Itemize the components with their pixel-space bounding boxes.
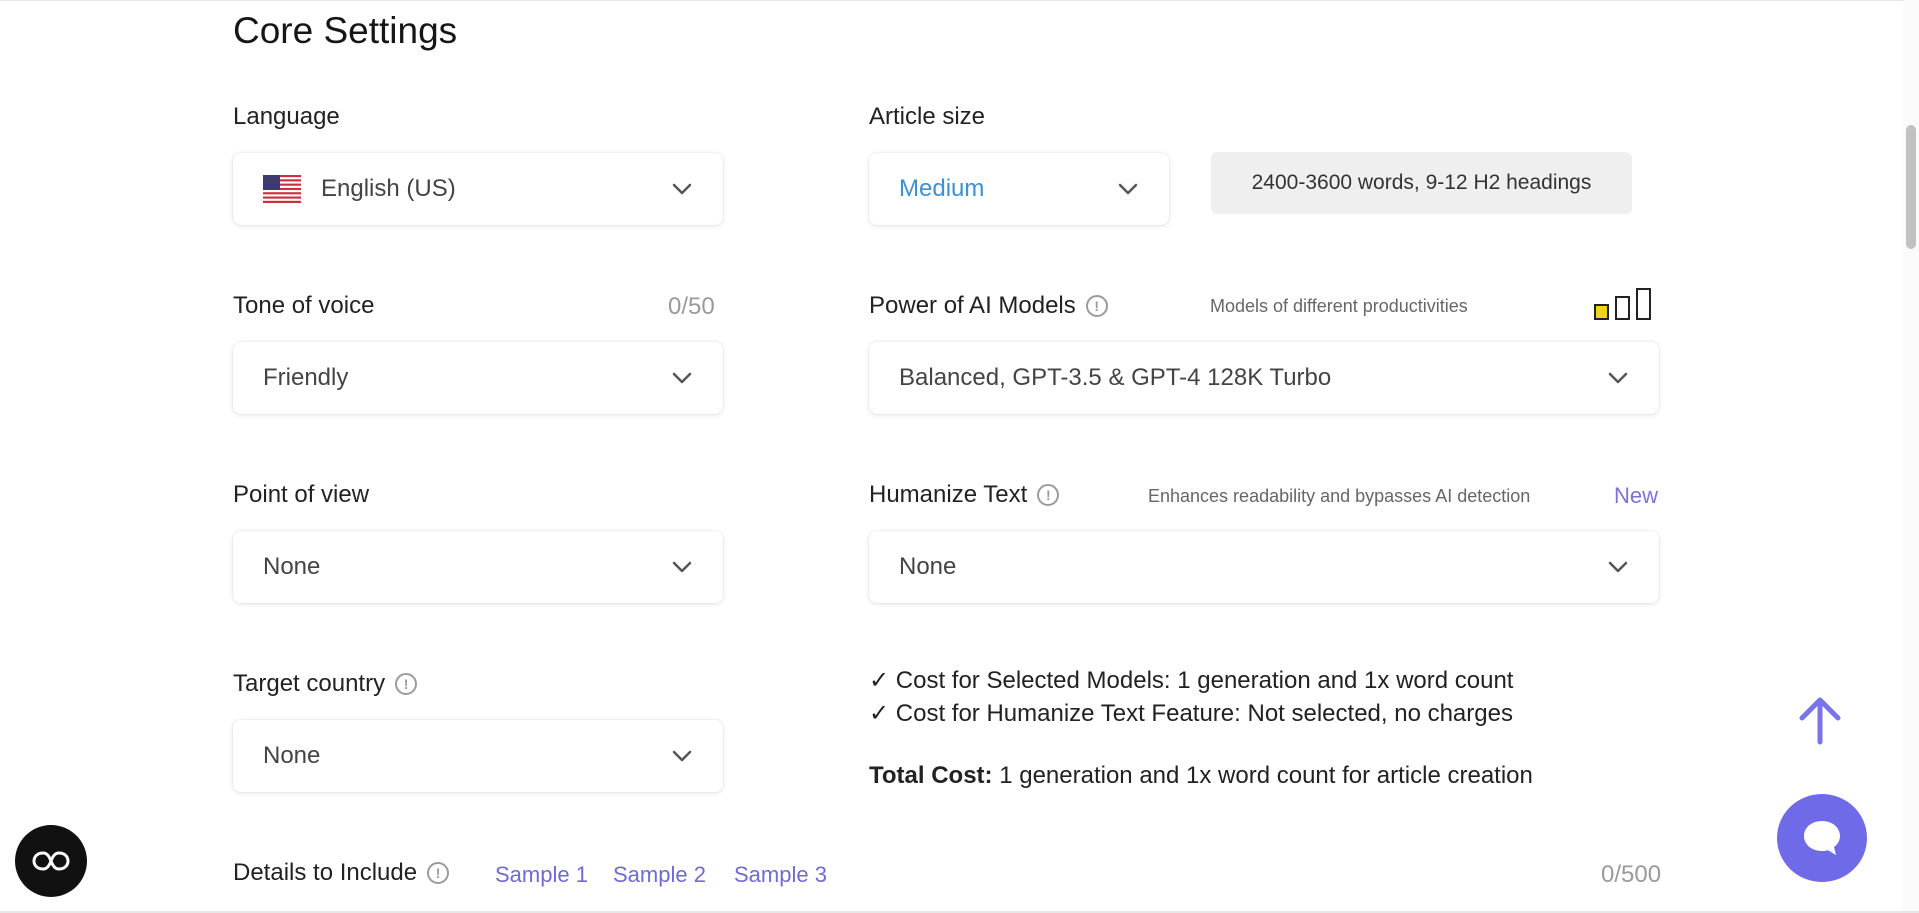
- humanize-select[interactable]: None: [869, 531, 1659, 603]
- point-of-view-value: None: [263, 553, 321, 580]
- productivity-bar-high: [1636, 288, 1651, 320]
- info-icon[interactable]: !: [427, 862, 450, 884]
- article-size-note: 2400-3600 words, 9-12 H2 headings: [1211, 152, 1632, 214]
- link-widget-button[interactable]: [15, 825, 87, 897]
- total-cost-label: Total Cost:: [869, 762, 993, 789]
- total-cost: Total Cost: 1 generation and 1x word cou…: [869, 762, 1533, 790]
- info-icon[interactable]: !: [395, 673, 418, 695]
- info-icon[interactable]: !: [1037, 484, 1060, 506]
- target-country-value: None: [263, 742, 321, 769]
- info-icon[interactable]: !: [1085, 295, 1108, 317]
- chevron-down-icon: [672, 183, 692, 195]
- cost-models-line: ✓ Cost for Selected Models: 1 generation…: [869, 667, 1514, 694]
- chevron-down-icon: [672, 561, 692, 573]
- productivity-bars: [1594, 288, 1651, 320]
- point-of-view-label: Point of view: [233, 481, 370, 508]
- article-size-value: Medium: [899, 175, 985, 202]
- scroll-to-top-arrow-icon[interactable]: [1794, 694, 1846, 746]
- sample-3-link[interactable]: Sample 3: [734, 862, 827, 888]
- humanize-value: None: [899, 553, 957, 580]
- ai-models-hint: Models of different productivities: [1210, 296, 1468, 316]
- humanize-label: Humanize Text !: [869, 481, 1060, 509]
- article-size-select[interactable]: Medium: [869, 153, 1169, 225]
- productivity-bar-mid: [1615, 296, 1630, 320]
- language-label: Language: [233, 103, 340, 130]
- language-value: English (US): [321, 175, 456, 202]
- article-size-label: Article size: [869, 103, 986, 130]
- cost-humanize-line: ✓ Cost for Humanize Text Feature: Not se…: [869, 700, 1513, 727]
- chat-bubble-icon: [1804, 821, 1840, 855]
- total-cost-value: 1 generation and 1x word count for artic…: [992, 762, 1533, 789]
- ai-models-select[interactable]: Balanced, GPT-3.5 & GPT-4 128K Turbo: [869, 342, 1659, 414]
- ai-models-label: Power of AI Models !: [869, 292, 1108, 320]
- sample-1-link[interactable]: Sample 1: [495, 862, 588, 888]
- chevron-down-icon: [672, 372, 692, 384]
- tone-of-voice-value: Friendly: [263, 364, 349, 391]
- ai-models-value: Balanced, GPT-3.5 & GPT-4 128K Turbo: [899, 364, 1332, 391]
- language-select[interactable]: English (US): [233, 153, 723, 225]
- details-counter: 0/500: [1601, 861, 1662, 888]
- target-country-select[interactable]: None: [233, 720, 723, 792]
- us-flag-icon: [263, 175, 301, 203]
- page-title: Core Settings: [233, 10, 458, 51]
- tone-of-voice-select[interactable]: Friendly: [233, 342, 723, 414]
- sample-2-link[interactable]: Sample 2: [613, 862, 706, 888]
- chat-button[interactable]: [1777, 794, 1867, 882]
- humanize-hint: Enhances readability and bypasses AI det…: [1148, 486, 1531, 506]
- chevron-down-icon: [1118, 183, 1138, 195]
- chevron-down-icon: [1608, 561, 1628, 573]
- details-label: Details to Include !: [233, 859, 450, 887]
- tone-of-voice-label: Tone of voice: [233, 292, 375, 319]
- target-country-label: Target country !: [233, 670, 418, 698]
- infinity-link-icon: [32, 851, 70, 871]
- chevron-down-icon: [672, 750, 692, 762]
- scrollbar-thumb[interactable]: [1906, 125, 1916, 249]
- top-divider: [0, 0, 1919, 1]
- productivity-bar-low: [1594, 304, 1609, 320]
- new-badge: New: [1614, 483, 1659, 508]
- point-of-view-select[interactable]: None: [233, 531, 723, 603]
- tone-of-voice-counter: 0/50: [668, 293, 715, 320]
- chevron-down-icon: [1608, 372, 1628, 384]
